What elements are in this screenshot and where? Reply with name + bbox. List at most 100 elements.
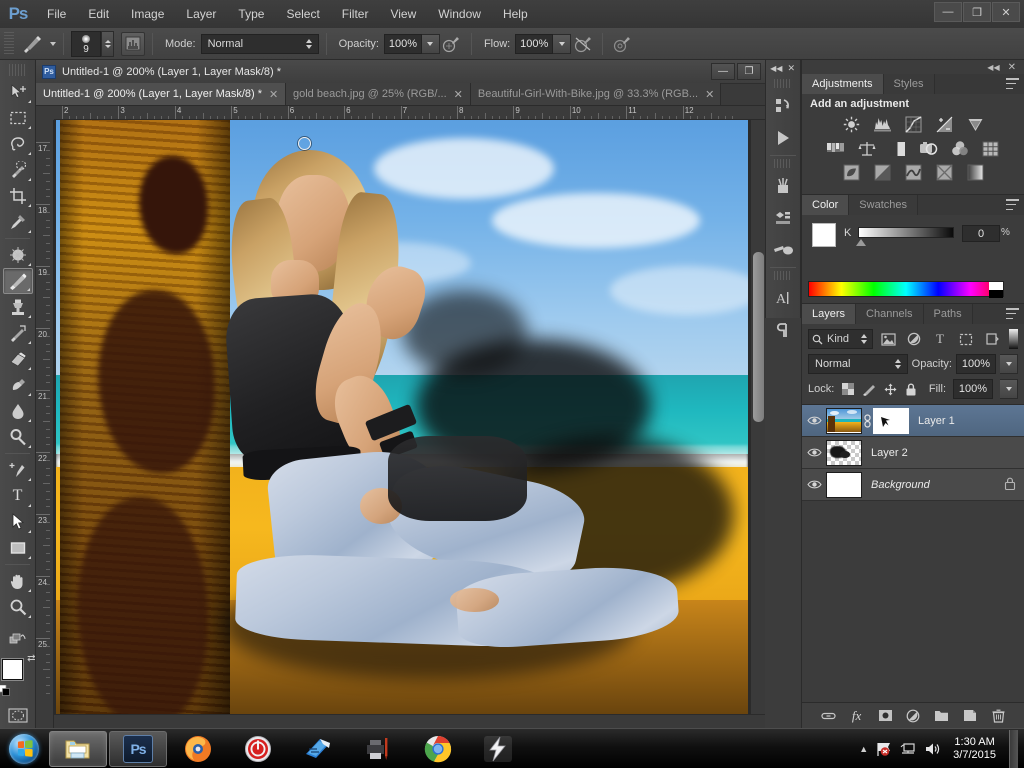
lasso-tool[interactable] (3, 131, 33, 157)
layer-visibility-toggle[interactable] (802, 405, 826, 437)
brush-panel-toggle-icon[interactable] (121, 32, 145, 56)
document-maximize-button[interactable]: ❐ (737, 63, 761, 80)
document-tab-close-icon[interactable]: ✕ (705, 88, 714, 101)
tab-layers[interactable]: Layers (802, 304, 856, 324)
mini-dock-grip-1[interactable] (774, 79, 792, 88)
layer-row-background[interactable]: Background (802, 469, 1024, 501)
layers-panel-menu-icon[interactable] (1006, 308, 1019, 319)
color-lookup-icon[interactable] (980, 139, 1002, 158)
character-icon[interactable]: A (768, 283, 798, 313)
layer-filter-kind-select[interactable]: Kind (808, 329, 873, 349)
new-group-icon[interactable] (933, 707, 951, 725)
show-desktop-button[interactable] (1009, 730, 1018, 768)
rectangle-tool[interactable] (3, 535, 33, 561)
brush-preset-dropdown-arrow[interactable] (50, 42, 56, 46)
layer-name[interactable]: Layer 1 (918, 415, 955, 427)
history-brush-tool[interactable] (3, 320, 33, 346)
layer-thumbnail[interactable] (826, 472, 862, 498)
menu-view[interactable]: View (379, 4, 427, 24)
document-tab-beautiful-girl-with-bike[interactable]: Beautiful-Girl-With-Bike.jpg @ 33.3% (RG… (471, 83, 721, 105)
curves-icon[interactable] (902, 115, 924, 134)
quick-selection-tool[interactable] (3, 157, 33, 183)
document-tab-close-icon[interactable]: ✕ (269, 88, 278, 101)
lock-image-pixels-icon[interactable] (862, 382, 876, 396)
layer-opacity-dropdown-arrow[interactable] (1000, 354, 1018, 374)
layer-name[interactable]: Background (871, 479, 930, 491)
layer-opacity-value[interactable]: 100% (956, 354, 996, 374)
layer-thumbnail[interactable] (826, 440, 862, 466)
flow-dropdown-arrow[interactable] (553, 34, 571, 54)
layer-fill-dropdown-arrow[interactable] (1000, 379, 1018, 399)
delete-layer-icon[interactable] (990, 707, 1008, 725)
airbrush-icon[interactable] (571, 32, 595, 56)
menu-layer[interactable]: Layer (175, 4, 227, 24)
flow-control[interactable]: 100% (515, 34, 571, 54)
edit-toolbar-button[interactable] (3, 626, 33, 652)
menu-help[interactable]: Help (492, 4, 539, 24)
zoom-tool[interactable] (3, 594, 33, 620)
canvas-vertical-scroll-thumb[interactable] (753, 252, 764, 422)
quick-mask-mode-button[interactable] (3, 702, 33, 728)
filter-type-icon[interactable]: T (929, 329, 951, 349)
layer-row-layer-2[interactable]: Layer 2 (802, 437, 1024, 469)
add-layer-mask-icon[interactable] (876, 707, 894, 725)
taskbar-windows-explorer[interactable] (49, 731, 107, 767)
color-panel-menu-icon[interactable] (1006, 199, 1019, 210)
link-layers-icon[interactable] (819, 707, 837, 725)
move-tool[interactable] (3, 79, 33, 105)
lock-position-icon[interactable] (883, 382, 897, 396)
exposure-icon[interactable] (933, 115, 955, 134)
photo-filter-icon[interactable] (918, 139, 940, 158)
tray-network-icon[interactable] (899, 740, 916, 757)
close-button[interactable]: ✕ (992, 2, 1020, 22)
layer-visibility-toggle[interactable] (802, 437, 826, 469)
taskbar-printer[interactable] (349, 731, 407, 767)
selective-color-icon[interactable] (933, 163, 955, 182)
menu-filter[interactable]: Filter (331, 4, 380, 24)
taskbar-chrome[interactable] (409, 731, 467, 767)
actions-play-icon[interactable] (768, 123, 798, 153)
color-k-value[interactable]: 0 (962, 225, 1000, 242)
layer-filter-toggle-switch[interactable] (1009, 329, 1018, 349)
tab-styles[interactable]: Styles (884, 74, 935, 94)
canvas-horizontal-scrollbar[interactable] (54, 714, 765, 728)
dodge-tool[interactable] (3, 424, 33, 450)
tab-paths[interactable]: Paths (924, 304, 973, 324)
document-tab-untitled-1[interactable]: Untitled-1 @ 200% (Layer 1, Layer Mask/8… (36, 83, 286, 105)
taskbar-winamp[interactable] (469, 731, 527, 767)
crop-tool[interactable] (3, 183, 33, 209)
layer-mask-thumbnail[interactable] (873, 408, 909, 434)
clone-stamp-tool[interactable] (3, 294, 33, 320)
blend-mode-select[interactable]: Normal (201, 34, 319, 54)
paragraph-icon[interactable] (768, 315, 798, 345)
hue-saturation-icon[interactable] (825, 139, 847, 158)
brush-size-stepper[interactable] (101, 31, 114, 57)
layer-name[interactable]: Layer 2 (871, 447, 908, 459)
new-adjustment-layer-icon[interactable] (904, 707, 922, 725)
layer-visibility-toggle[interactable] (802, 469, 826, 501)
menu-window[interactable]: Window (427, 4, 492, 24)
opacity-control[interactable]: 100% (384, 34, 440, 54)
filter-shape-icon[interactable] (955, 329, 977, 349)
dock-close-icon[interactable]: ✕ (1008, 62, 1016, 73)
menu-edit[interactable]: Edit (77, 4, 120, 24)
tools-panel-grip[interactable] (9, 64, 26, 76)
black-white-icon[interactable] (887, 139, 909, 158)
tray-volume-icon[interactable] (923, 740, 940, 757)
document-tab-close-icon[interactable]: ✕ (454, 88, 463, 101)
color-k-slider-thumb[interactable] (856, 239, 866, 246)
layer-mask-link-icon[interactable] (862, 414, 873, 428)
brush-tool[interactable] (3, 268, 33, 294)
channel-mixer-icon[interactable] (949, 139, 971, 158)
restore-button[interactable]: ❐ (963, 2, 991, 22)
layer-thumbnail[interactable] (826, 408, 862, 434)
hand-tool[interactable] (3, 568, 33, 594)
dock-collapse-icon[interactable]: ◀◀ (987, 63, 999, 72)
mini-dock-collapse-icon[interactable]: ◀◀ (770, 64, 782, 73)
options-bar-grip[interactable] (4, 32, 14, 56)
horizontal-type-tool[interactable]: T (3, 483, 33, 509)
gradient-tool[interactable] (3, 372, 33, 398)
vertical-ruler[interactable]: 171819202122232425 (36, 120, 54, 728)
opacity-value[interactable]: 100% (384, 34, 422, 54)
menu-file[interactable]: File (36, 4, 77, 24)
